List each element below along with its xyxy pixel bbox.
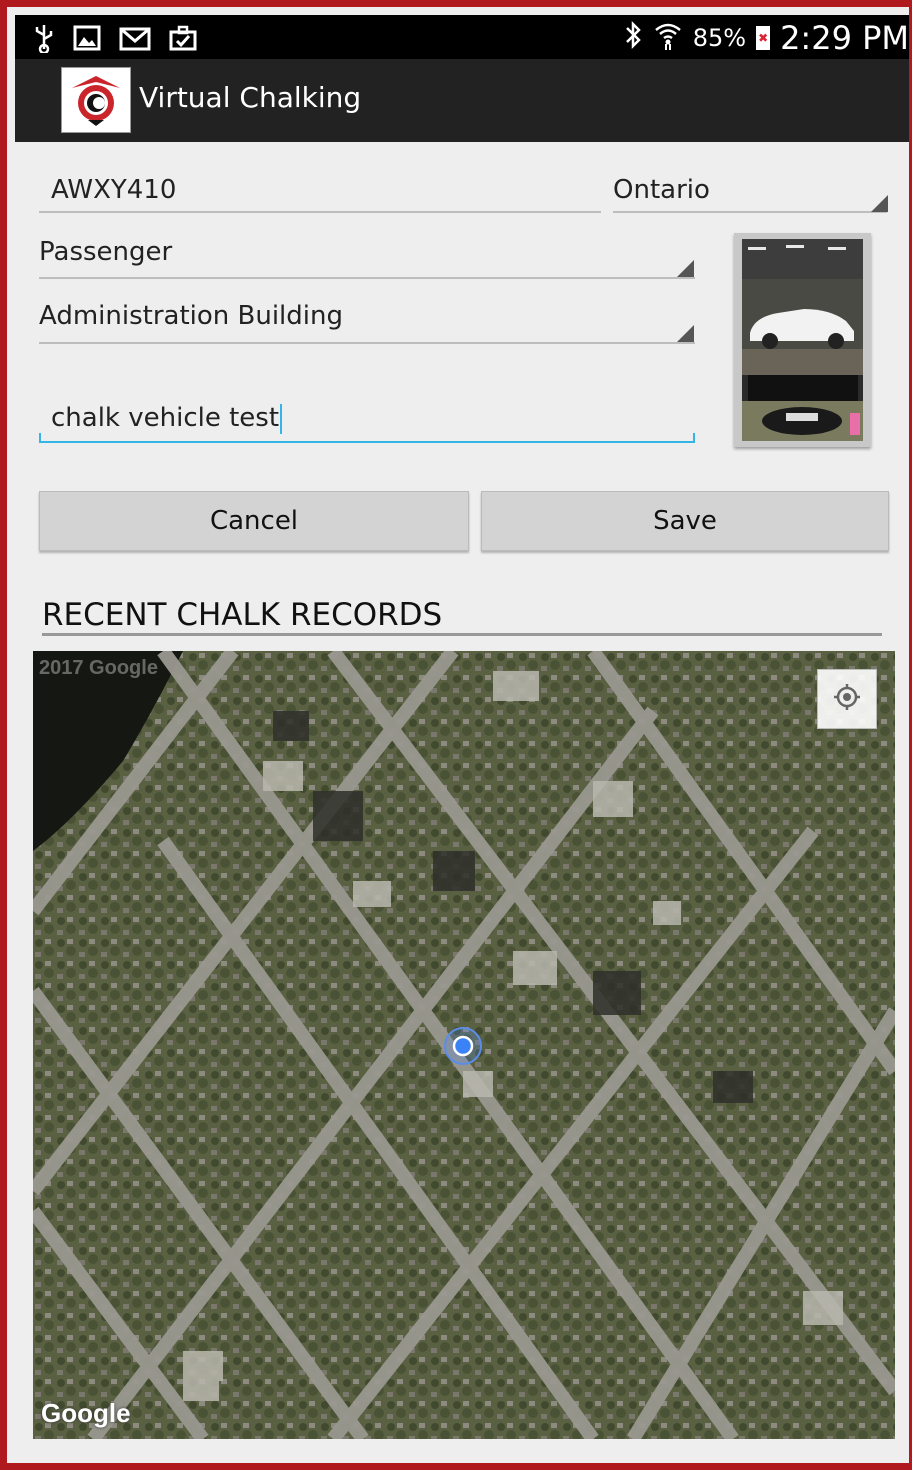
note-focus-left-tick	[39, 433, 41, 443]
plate-number-underline	[39, 211, 601, 213]
vehicle-type-underline	[39, 277, 695, 279]
status-left-icons	[33, 23, 197, 57]
vehicle-photo-thumbnail[interactable]	[734, 233, 871, 447]
text-cursor	[280, 403, 283, 434]
mail-icon	[119, 25, 151, 55]
plate-number-input[interactable]: AWXY410	[51, 175, 176, 205]
recent-records-divider	[42, 633, 882, 636]
note-focus-right-tick	[693, 433, 695, 443]
province-dropdown-icon	[871, 195, 888, 212]
status-right: 85% 2:29 PM	[623, 19, 909, 57]
usb-icon	[33, 23, 55, 57]
google-attribution-logo: Google	[41, 1398, 131, 1428]
my-location-icon	[832, 682, 862, 716]
status-bar: 85% 2:29 PM	[15, 15, 909, 59]
wifi-icon	[653, 20, 683, 56]
app-frame: 85% 2:29 PM Virtual Chalking AWXY410 Ont…	[0, 0, 912, 1470]
battery-icon	[756, 26, 771, 50]
action-bar: Virtual Chalking	[15, 59, 909, 142]
province-underline	[613, 211, 887, 213]
recent-records-title: RECENT CHALK RECORDS	[42, 597, 443, 633]
location-underline	[39, 342, 695, 344]
image-icon	[73, 25, 101, 55]
province-spinner[interactable]: Ontario	[613, 175, 710, 205]
map-view[interactable]: 2017 Google Google	[33, 651, 895, 1439]
location-spinner[interactable]: Administration Building	[39, 301, 343, 331]
save-button[interactable]: Save	[481, 491, 889, 551]
note-input[interactable]: chalk vehicle test	[51, 403, 283, 434]
map-watermark: 2017 Google	[39, 657, 158, 679]
my-location-button[interactable]	[817, 669, 877, 729]
briefcase-icon	[169, 25, 197, 55]
cancel-button[interactable]: Cancel	[39, 491, 469, 551]
app-title: Virtual Chalking	[139, 81, 362, 114]
note-input-text: chalk vehicle test	[51, 403, 280, 433]
location-dropdown-icon	[677, 325, 694, 342]
note-focus-underline	[39, 441, 695, 443]
status-time: 2:29 PM	[780, 19, 909, 57]
app-logo-icon[interactable]	[61, 67, 131, 133]
vehicle-type-dropdown-icon	[677, 260, 694, 277]
bluetooth-icon	[623, 20, 643, 56]
battery-percent: 85%	[692, 24, 747, 52]
vehicle-type-spinner[interactable]: Passenger	[39, 237, 172, 267]
